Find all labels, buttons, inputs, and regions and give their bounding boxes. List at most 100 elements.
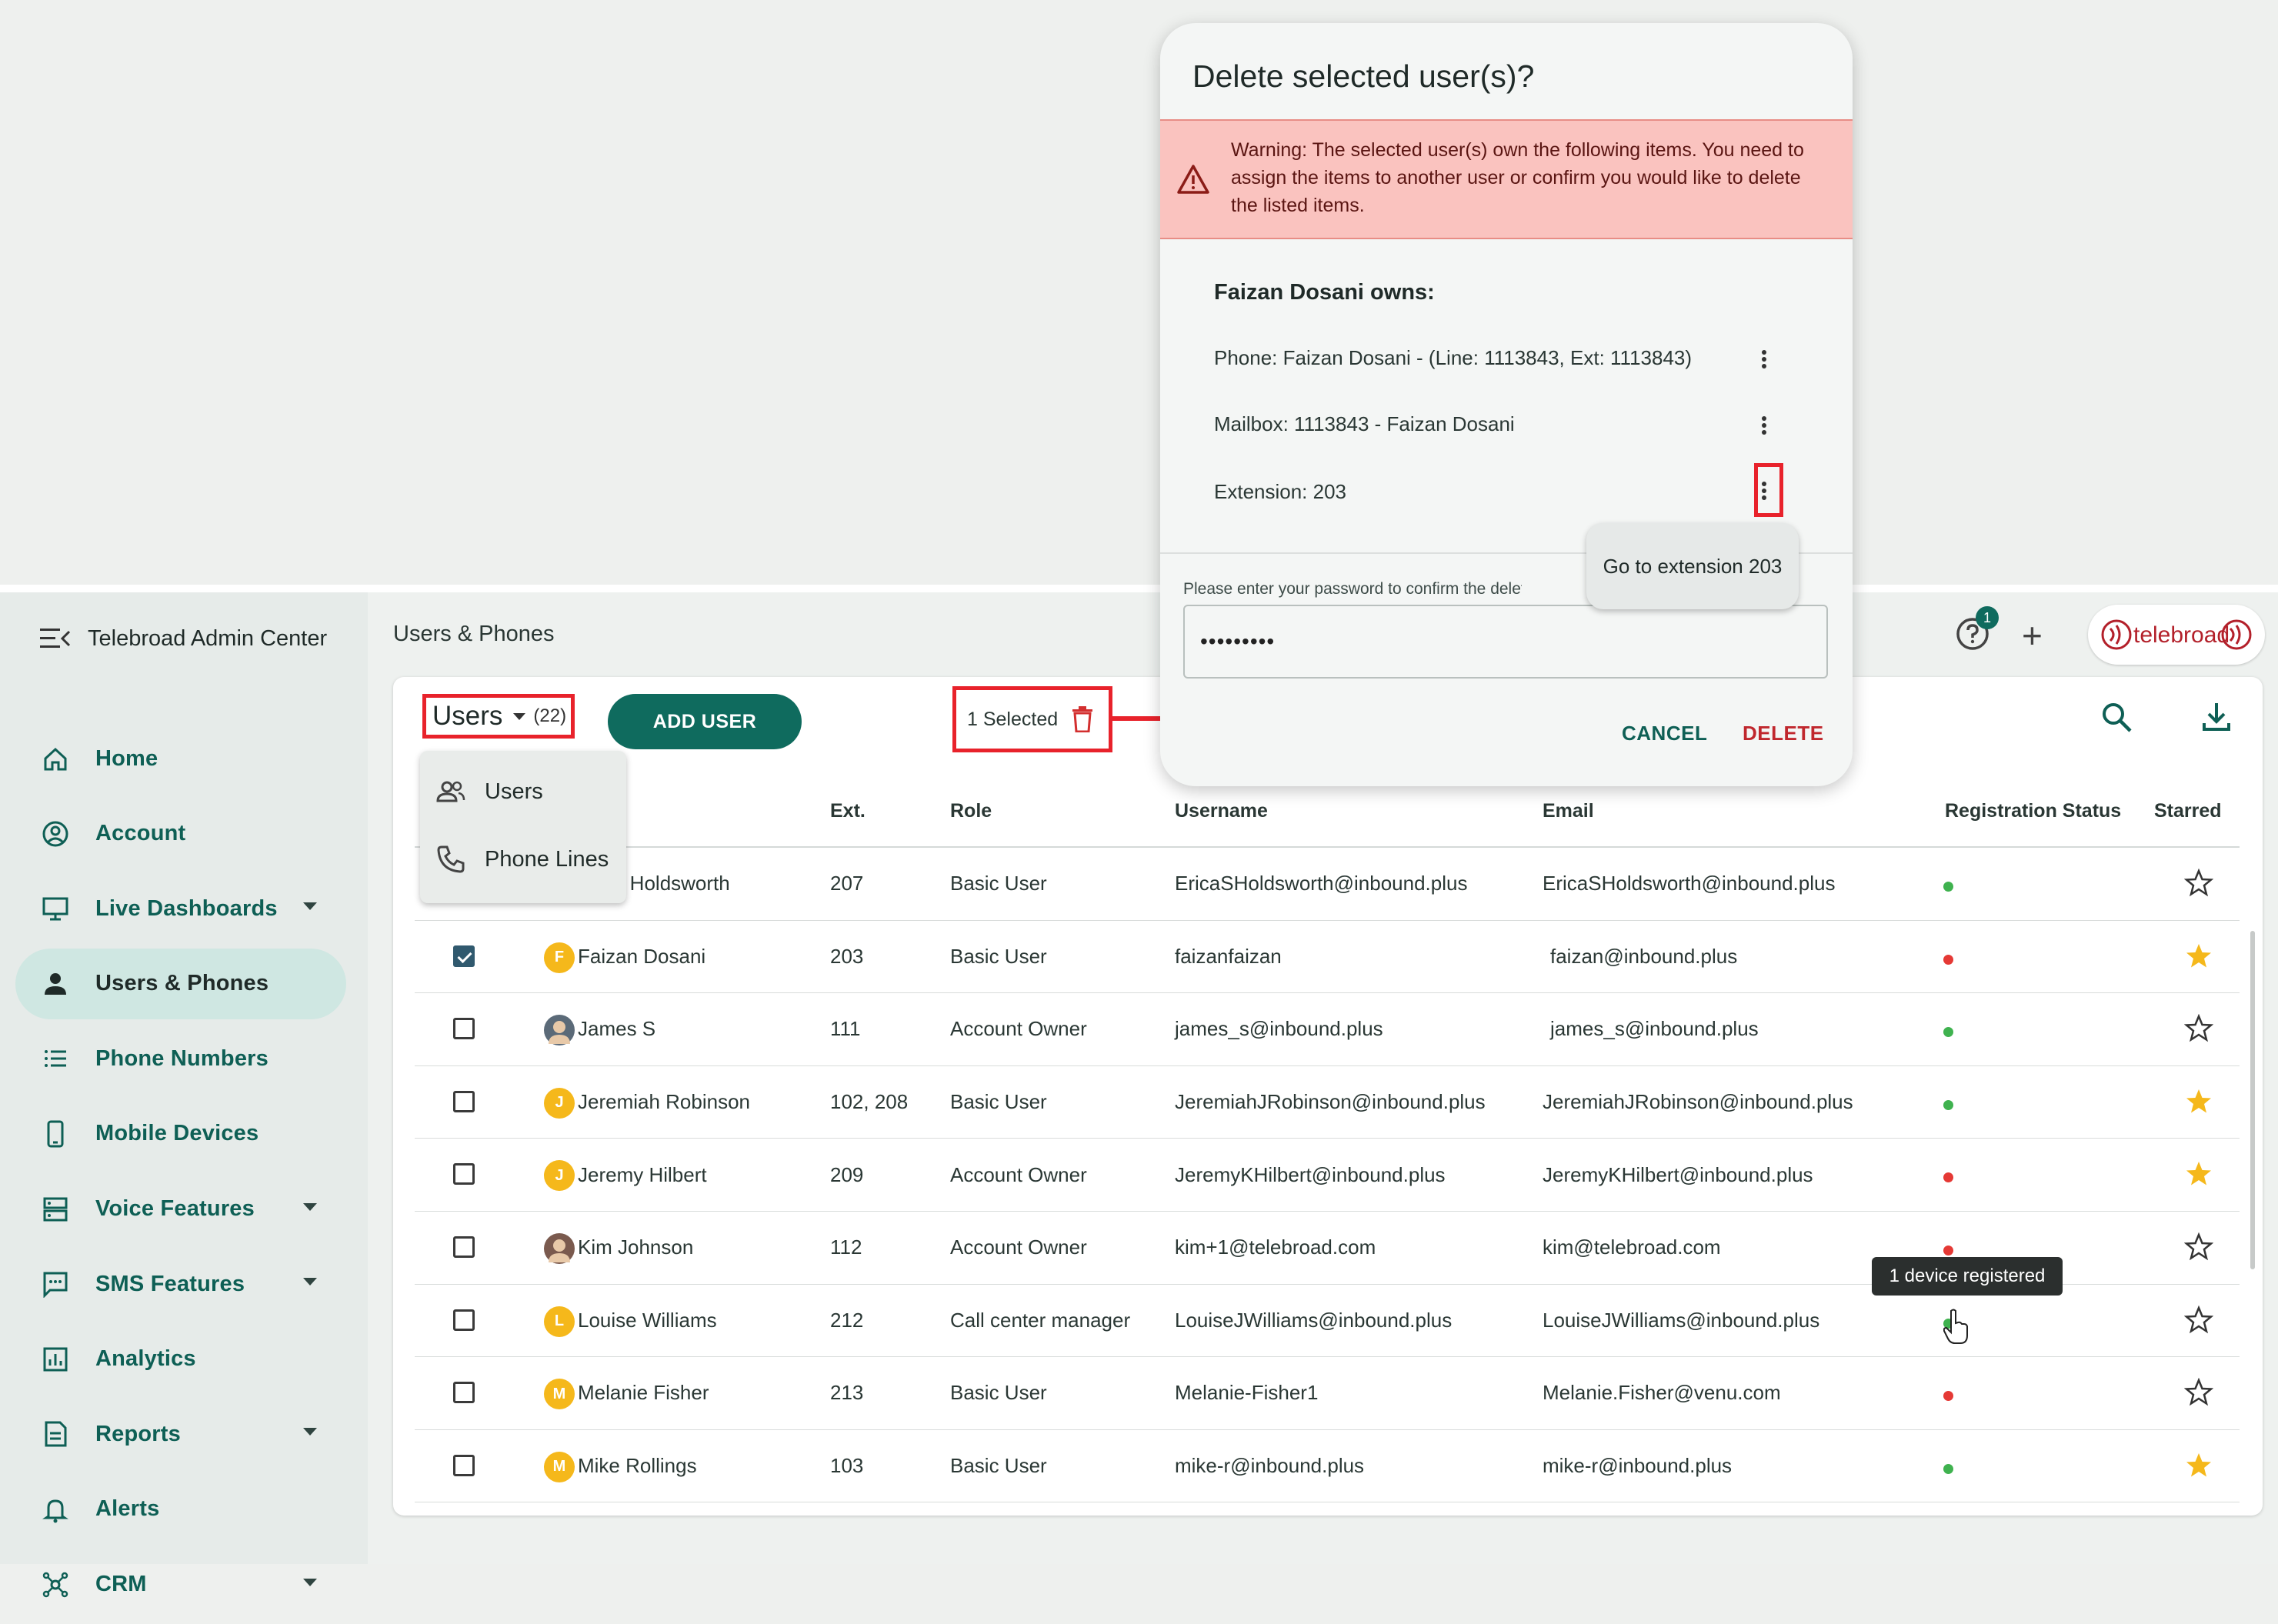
expand-caret-icon[interactable]: [303, 1428, 317, 1436]
user-name[interactable]: Melanie Fisher: [578, 1357, 709, 1429]
row-checkbox[interactable]: [453, 1236, 475, 1258]
user-ext: 207: [830, 872, 864, 895]
help-badge: 1: [1976, 606, 1999, 629]
user-role: Account Owner: [950, 1236, 1087, 1259]
star-icon[interactable]: [2184, 869, 2213, 898]
view-select[interactable]: Users (22): [422, 694, 575, 739]
expand-caret-icon[interactable]: [303, 1278, 317, 1286]
menu-collapse-icon[interactable]: [40, 627, 71, 650]
star-icon[interactable]: [2184, 1014, 2213, 1043]
account-circle-icon: [40, 819, 71, 849]
menu-item-phone-lines[interactable]: Phone Lines: [435, 840, 609, 879]
more-vert-icon[interactable]: [1760, 348, 1768, 375]
user-username: mike-r@inbound.plus: [1175, 1454, 1365, 1478]
star-icon[interactable]: [2184, 1451, 2213, 1480]
expand-caret-icon[interactable]: [303, 1202, 317, 1211]
bell-icon: [40, 1494, 71, 1525]
col-email[interactable]: Email: [1543, 800, 1594, 822]
registration-status-dot[interactable]: [1943, 1099, 1953, 1110]
row-checkbox[interactable]: [453, 1382, 475, 1404]
sidebar-item-analytics[interactable]: Analytics: [15, 1324, 346, 1395]
add-user-button[interactable]: ADD USER: [608, 694, 802, 749]
table-scrollbar[interactable]: [2250, 931, 2255, 1269]
sidebar-item-alerts[interactable]: Alerts: [15, 1474, 346, 1545]
password-field[interactable]: [1183, 605, 1828, 679]
sidebar-item-mobile-devices[interactable]: Mobile Devices: [15, 1099, 346, 1169]
registration-status-dot[interactable]: [1943, 882, 1953, 892]
user-name[interactable]: Mike Rollings: [578, 1430, 697, 1502]
table-row[interactable]: F Faizan Dosani 203 Basic User faizanfaizan f…: [415, 921, 2240, 994]
more-vert-icon[interactable]: [1760, 414, 1768, 442]
sidebar-item-home[interactable]: Home: [15, 723, 346, 794]
sidebar-item-phone-numbers[interactable]: Phone Numbers: [15, 1023, 346, 1094]
registration-status-dot[interactable]: [1943, 1027, 1953, 1038]
table-row[interactable]: J Jeremy Hilbert 209 Account Owner JeremyKHi…: [415, 1139, 2240, 1212]
home-icon: [40, 743, 71, 774]
sidebar-item-crm[interactable]: CRM: [15, 1549, 346, 1620]
user-role: Account Owner: [950, 1017, 1087, 1041]
sidebar-item-users-phones[interactable]: Users & Phones: [15, 948, 346, 1019]
user-email: JeremiahJRobinson@inbound.plus: [1543, 1090, 1853, 1114]
table-row[interactable]: J Jeremiah Robinson 102, 208 Basic User Jere…: [415, 1066, 2240, 1139]
expand-caret-icon[interactable]: [303, 902, 317, 911]
table-row[interactable]: M Melanie Fisher 213 Basic User Melanie-Fish…: [415, 1357, 2240, 1430]
star-icon[interactable]: [2184, 1232, 2213, 1262]
menu-item-users[interactable]: Users: [435, 772, 543, 811]
table-row[interactable]: a Holdsworth 207 Basic User EricaSHoldswort…: [415, 848, 2240, 921]
star-icon[interactable]: [2184, 1305, 2213, 1335]
col-ext[interactable]: Ext.: [830, 800, 866, 822]
help-button[interactable]: 1: [1954, 606, 1999, 652]
col-starred[interactable]: Starred: [2154, 800, 2222, 822]
col-username[interactable]: Username: [1175, 800, 1268, 822]
go-to-extension-menu-item[interactable]: Go to extension 203: [1586, 523, 1799, 609]
sidebar-item-live-dashboards[interactable]: Live Dashboards: [15, 873, 346, 944]
registration-status-dot[interactable]: [1943, 954, 1953, 965]
table-row[interactable]: M Mike Rollings 103 Basic User mike-r@inboun…: [415, 1430, 2240, 1503]
user-name[interactable]: Jeremiah Robinson: [578, 1066, 750, 1139]
sidebar-item-voice-features[interactable]: Voice Features: [15, 1174, 346, 1245]
user-name[interactable]: Faizan Dosani: [578, 921, 705, 993]
user-count: (22): [533, 705, 567, 726]
user-ext: 111: [830, 1017, 861, 1041]
sidebar-item-account[interactable]: Account: [15, 799, 346, 869]
row-checkbox[interactable]: [453, 1454, 475, 1476]
sidebar-item-reports[interactable]: Reports: [15, 1399, 346, 1469]
col-registration[interactable]: Registration Status: [1945, 800, 2121, 822]
logo-text: telebroad: [2133, 622, 2230, 648]
user-name[interactable]: a Holdsworth: [613, 848, 730, 920]
row-checkbox[interactable]: [453, 945, 475, 967]
col-role[interactable]: Role: [950, 800, 992, 822]
table-row[interactable]: James S 111 Account Owner james_s@inbound.p…: [415, 993, 2240, 1066]
account-logo[interactable]: telebroad: [2088, 605, 2265, 665]
star-icon[interactable]: [2184, 942, 2213, 971]
user-name[interactable]: Kim Johnson: [578, 1212, 693, 1284]
star-icon[interactable]: [2184, 1087, 2213, 1116]
avatar: M: [544, 1451, 575, 1482]
sidebar-item-sms-features[interactable]: SMS Features: [15, 1249, 346, 1319]
user-name[interactable]: Faizan Dosani: [578, 1502, 705, 1516]
row-checkbox[interactable]: [453, 1309, 475, 1331]
row-checkbox[interactable]: [453, 1090, 475, 1112]
registration-status-dot[interactable]: [1943, 1245, 1953, 1256]
trash-icon[interactable]: [1072, 706, 1093, 732]
owned-phone: Phone: Faizan Dosani - (Line: 1113843, E…: [1214, 346, 1693, 369]
star-icon[interactable]: [2184, 1378, 2213, 1407]
expand-caret-icon[interactable]: [303, 1578, 317, 1586]
user-name[interactable]: Louise Williams: [578, 1285, 717, 1357]
delete-button[interactable]: DELETE: [1743, 722, 1824, 745]
registration-status-dot[interactable]: [1943, 1391, 1953, 1402]
download-icon[interactable]: [2200, 700, 2233, 734]
registration-status-dot[interactable]: [1943, 1172, 1953, 1183]
row-checkbox[interactable]: [453, 1018, 475, 1040]
search-icon[interactable]: [2100, 700, 2133, 734]
registration-status-dot[interactable]: [1943, 1463, 1953, 1474]
user-name[interactable]: James S: [578, 993, 655, 1065]
user-ext: 202: [830, 1502, 863, 1516]
user-role: Basic User: [950, 1454, 1047, 1478]
table-row[interactable]: FFaizan Dosani202Basic Userfaizan@metech…: [415, 1502, 2240, 1516]
star-icon[interactable]: [2184, 1159, 2213, 1189]
add-icon[interactable]: +: [2022, 618, 2043, 653]
cancel-button[interactable]: CANCEL: [1622, 722, 1707, 745]
row-checkbox[interactable]: [453, 1163, 475, 1185]
user-name[interactable]: Jeremy Hilbert: [578, 1139, 707, 1211]
